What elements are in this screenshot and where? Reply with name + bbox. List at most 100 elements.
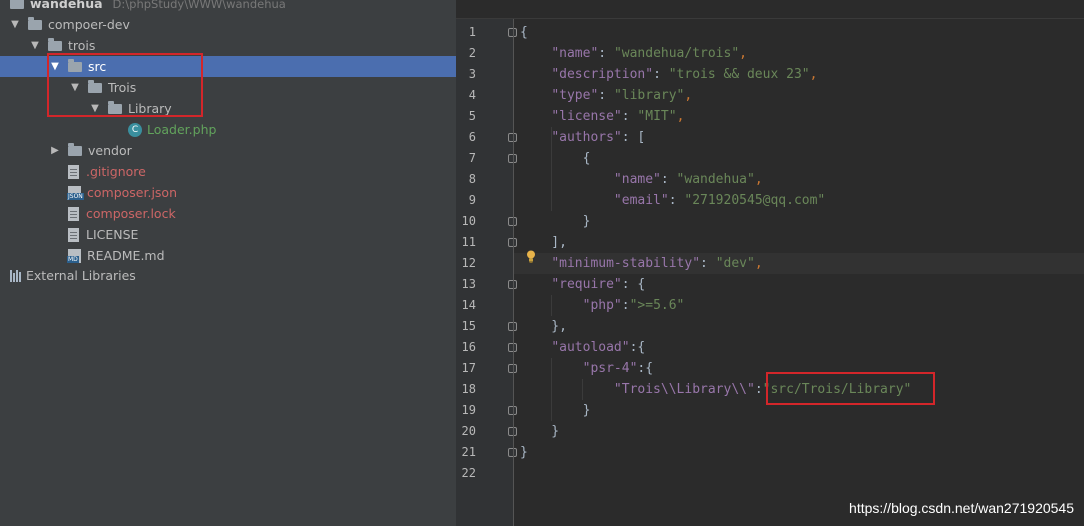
code-token: "type" [551,88,599,103]
code-token: : [700,256,716,271]
code-token: :{ [629,340,646,355]
code-token: "library" [613,88,685,103]
tree-item-vendor[interactable]: ▶ vendor [0,140,456,161]
code-token: { [520,151,591,166]
tree-item-loader-php[interactable]: C Loader.php [0,119,456,140]
line-number: 9 [468,193,476,207]
folder-icon [48,37,62,51]
tree-item-gitignore[interactable]: .gitignore [0,161,456,182]
code-line[interactable]: { [514,22,1084,43]
line-number: 8 [468,172,476,186]
code-line[interactable]: } [514,211,1084,232]
code-line[interactable]: "license": "MIT", [514,106,1084,127]
tree-item-label: Loader.php [147,122,217,137]
code-line[interactable]: "php":">=5.6" [514,295,1084,316]
indent-guide [551,295,553,316]
tree-item-license[interactable]: LICENSE [0,224,456,245]
tree-item-label: LICENSE [86,227,139,242]
line-number: 19 [461,403,476,417]
code-token: : [653,67,669,82]
code-token: : [621,109,638,124]
gutter-line: 6 [456,127,517,148]
external-libraries-row[interactable]: External Libraries [0,265,456,286]
code-line[interactable]: } [514,421,1084,442]
tree-item-compoer-dev[interactable]: ▼ compoer-dev [0,14,456,35]
line-number: 6 [468,130,476,144]
code-token: "dev" [715,256,755,271]
code-token: } [520,214,591,229]
code-token: "trois && deux 23" [668,67,810,82]
code-token: : { [621,277,646,292]
line-number: 11 [461,235,476,249]
gutter-line: 3 [456,64,514,85]
code-token: , [754,172,763,187]
external-libraries-label: External Libraries [26,268,136,283]
tree-item-readme-md[interactable]: MD README.md [0,245,456,266]
line-number: 16 [461,340,476,354]
expand-arrow-right-icon[interactable]: ▶ [50,145,60,156]
gutter-line: 18 [456,379,514,400]
code-token: : [621,298,630,313]
line-number: 1 [468,25,476,39]
code-editor[interactable]: 1 2 3 4 5 6 7 8 9 10 11 12 13 14 15 16 17 18 19 20 21 22 { "n… [456,0,1084,526]
code-line[interactable]: "authors": [ [514,127,1084,148]
code-line[interactable]: "autoload":{ [514,337,1084,358]
code-line[interactable]: "email": "271920545@qq.com" [514,190,1084,211]
tree-item-label: README.md [87,248,165,263]
code-line[interactable]: "name": "wandehua/trois", [514,43,1084,64]
watermark: https://blog.csdn.net/wan271920545 [849,500,1074,516]
code-token: , [754,256,763,271]
gutter-line: 22 [456,463,514,484]
tree-item-composer-json[interactable]: JSON composer.json [0,182,456,203]
project-root-row[interactable]: wandehua D:\phpStudy\WWW\wandehua [0,0,456,14]
code-line[interactable]: "description": "trois && deux 23", [514,64,1084,85]
code-line[interactable]: }, [514,316,1084,337]
gutter-line: 14 [456,295,514,316]
tree-item-label: vendor [88,143,132,158]
code-line[interactable]: } [514,442,1084,463]
project-tree-panel: wandehua D:\phpStudy\WWW\wandehua ▼ compo… [0,0,456,526]
project-root-path: D:\phpStudy\WWW\wandehua [112,0,286,11]
indent-guide [551,127,553,211]
code-token: :{ [637,361,654,376]
lightbulb-icon[interactable] [526,250,536,263]
code-line[interactable]: { [514,148,1084,169]
code-token: : [668,193,685,208]
tree-item-composer-lock[interactable]: composer.lock [0,203,456,224]
code-line[interactable]: "type": "library", [514,85,1084,106]
gutter-line: 19 [456,400,517,421]
editor-gutter: 1 2 3 4 5 6 7 8 9 10 11 12 13 14 15 16 17 18 19 20 21 22 [456,19,517,526]
code-token: : [598,46,614,61]
gutter-line: 13 [456,274,517,295]
code-line[interactable] [514,463,1084,484]
code-line[interactable]: "require": { [514,274,1084,295]
line-number: 15 [461,319,476,333]
code-token: "require" [551,277,622,292]
code-token: } [520,424,560,439]
gutter-line: 16 [456,337,517,358]
expand-arrow-down-icon[interactable]: ▼ [30,40,40,51]
code-token: "minimum-stability" [551,256,701,271]
code-token: "271920545@qq.com" [684,193,826,208]
tree-item-label: compoer-dev [48,17,130,32]
gutter-line: 21 [456,442,517,463]
line-number: 2 [468,46,476,60]
line-number: 20 [461,424,476,438]
code-line-current[interactable]: "minimum-stability": "dev", [514,253,1084,274]
indent-guide [582,379,584,400]
line-number: 3 [468,67,476,81]
expand-arrow-down-icon[interactable]: ▼ [10,19,20,30]
gutter-line: 5 [456,106,514,127]
code-line[interactable]: "name": "wandehua", [514,169,1084,190]
code-token: "php" [582,298,622,313]
tree-item-label: composer.lock [86,206,176,221]
code-token: ], [520,235,567,250]
text-file-icon [68,206,79,221]
code-line[interactable]: ], [514,232,1084,253]
gutter-line: 7 [456,148,517,169]
line-number: 13 [461,277,476,291]
